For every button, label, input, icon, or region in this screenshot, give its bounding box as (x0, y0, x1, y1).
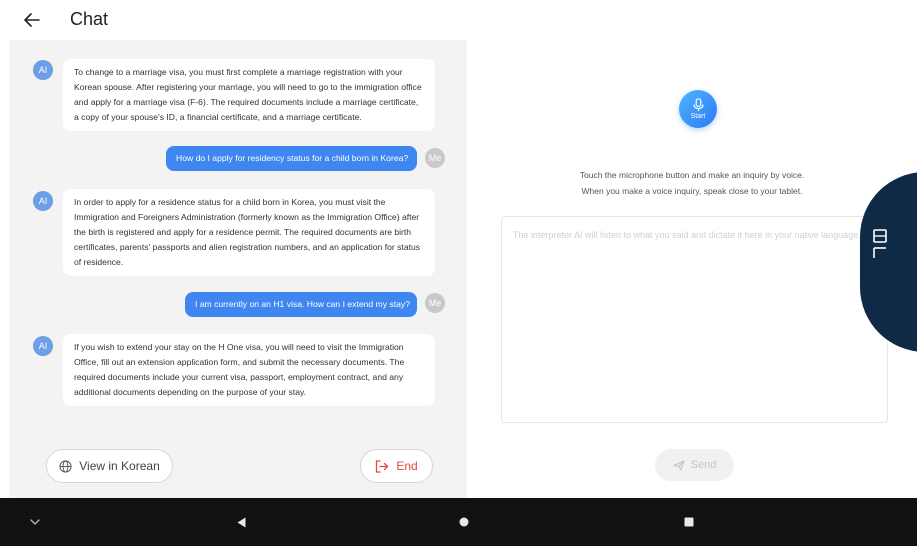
voice-instruction-line-2: When you make a voice inquiry, speak clo… (581, 186, 803, 196)
system-navigation-bar (0, 498, 917, 546)
ai-avatar: AI (33, 191, 53, 211)
ai-message-bubble: In order to apply for a residence status… (63, 189, 435, 276)
send-button[interactable]: Send (655, 449, 734, 481)
ai-message-bubble: If you wish to extend your stay on the H… (63, 334, 435, 406)
nav-collapse-button[interactable] (23, 510, 47, 534)
view-in-korean-label: View in Korean (79, 459, 160, 473)
document-scan-icon (873, 229, 887, 258)
nav-recents-button[interactable] (677, 510, 701, 534)
ai-avatar: AI (33, 60, 53, 80)
dictation-area[interactable]: The interpreter AI will listen to what y… (501, 216, 888, 423)
nav-home-button[interactable] (452, 510, 476, 534)
back-triangle-icon (237, 517, 245, 527)
globe-icon (59, 459, 72, 473)
ai-message-bubble: To change to a marriage visa, you must f… (63, 59, 435, 131)
chat-panel: AI To change to a marriage visa, you mus… (9, 40, 467, 498)
microphone-label: Start (690, 113, 706, 120)
send-icon (673, 460, 685, 470)
microphone-start-button[interactable]: Start (679, 90, 717, 128)
recents-square-icon (684, 517, 694, 527)
arrow-left-icon (24, 13, 40, 27)
user-message-bubble: How do I apply for residency status for … (166, 146, 417, 171)
voice-instruction-line-1: Touch the microphone button and make an … (579, 170, 805, 180)
nav-back-button[interactable] (229, 510, 253, 534)
page-title: Chat (70, 9, 109, 29)
microphone-icon (692, 98, 704, 112)
end-button[interactable]: End (360, 449, 433, 483)
voice-panel: Start Touch the microphone button and ma… (467, 40, 917, 498)
logout-icon (376, 459, 389, 473)
view-in-korean-button[interactable]: View in Korean (46, 449, 173, 483)
send-label: Send (690, 459, 717, 471)
chevron-down-icon (30, 518, 40, 525)
user-message-bubble: I am currently on an H1 visa. How can I … (185, 292, 417, 317)
home-circle-icon (459, 517, 469, 527)
back-button[interactable] (18, 6, 46, 34)
ai-avatar: AI (33, 336, 53, 356)
user-avatar: Me (425, 293, 445, 313)
user-avatar: Me (425, 148, 445, 168)
header: Chat (0, 0, 917, 40)
end-label: End (396, 459, 418, 473)
